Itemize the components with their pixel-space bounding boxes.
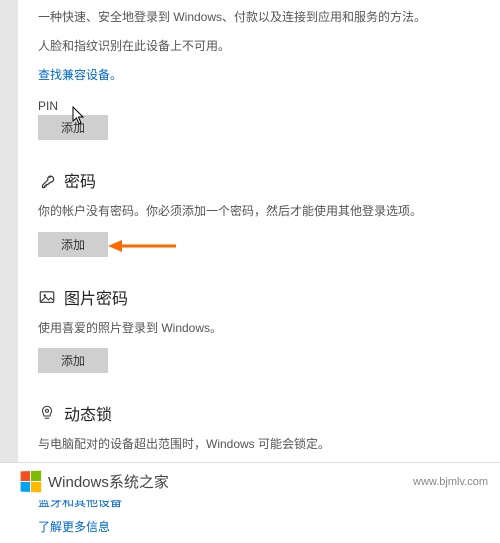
- picture-password-description: 使用喜爱的照片登录到 Windows。: [38, 319, 438, 338]
- windows-logo-icon: [21, 471, 42, 493]
- add-pin-button[interactable]: 添加: [38, 115, 108, 140]
- password-section: 密码 你的帐户没有密码。你必须添加一个密码，然后才能使用其他登录选项。 添加: [38, 168, 500, 256]
- learn-more-link[interactable]: 了解更多信息: [38, 518, 110, 535]
- picture-password-section: 图片密码 使用喜爱的照片登录到 Windows。 添加: [38, 285, 500, 373]
- picture-password-title: 图片密码: [64, 285, 128, 309]
- watermark-brand: Windows系统之家: [48, 471, 169, 492]
- settings-sidebar-edge: [0, 0, 18, 500]
- hello-description: 一种快速、安全地登录到 Windows、付款以及连接到应用和服务的方法。: [38, 8, 438, 27]
- watermark-url: www.bjmlv.com: [413, 476, 488, 488]
- add-password-button[interactable]: 添加: [38, 232, 108, 257]
- password-description: 你的帐户没有密码。你必须添加一个密码，然后才能使用其他登录选项。: [38, 202, 438, 221]
- key-icon: [38, 171, 56, 189]
- password-title: 密码: [64, 168, 96, 192]
- dynamic-lock-title: 动态锁: [64, 401, 112, 425]
- watermark-footer: Windows系统之家 www.bjmlv.com: [0, 462, 500, 500]
- dynamic-lock-icon: [38, 404, 56, 422]
- add-picture-password-button[interactable]: 添加: [38, 348, 108, 373]
- hello-unavailable: 人脸和指纹识别在此设备上不可用。: [38, 37, 438, 56]
- pin-label: PIN: [38, 99, 500, 113]
- dynamic-lock-description: 与电脑配对的设备超出范围时，Windows 可能会锁定。: [38, 435, 438, 454]
- picture-icon: [38, 288, 56, 306]
- compatible-devices-link[interactable]: 查找兼容设备。: [38, 66, 122, 83]
